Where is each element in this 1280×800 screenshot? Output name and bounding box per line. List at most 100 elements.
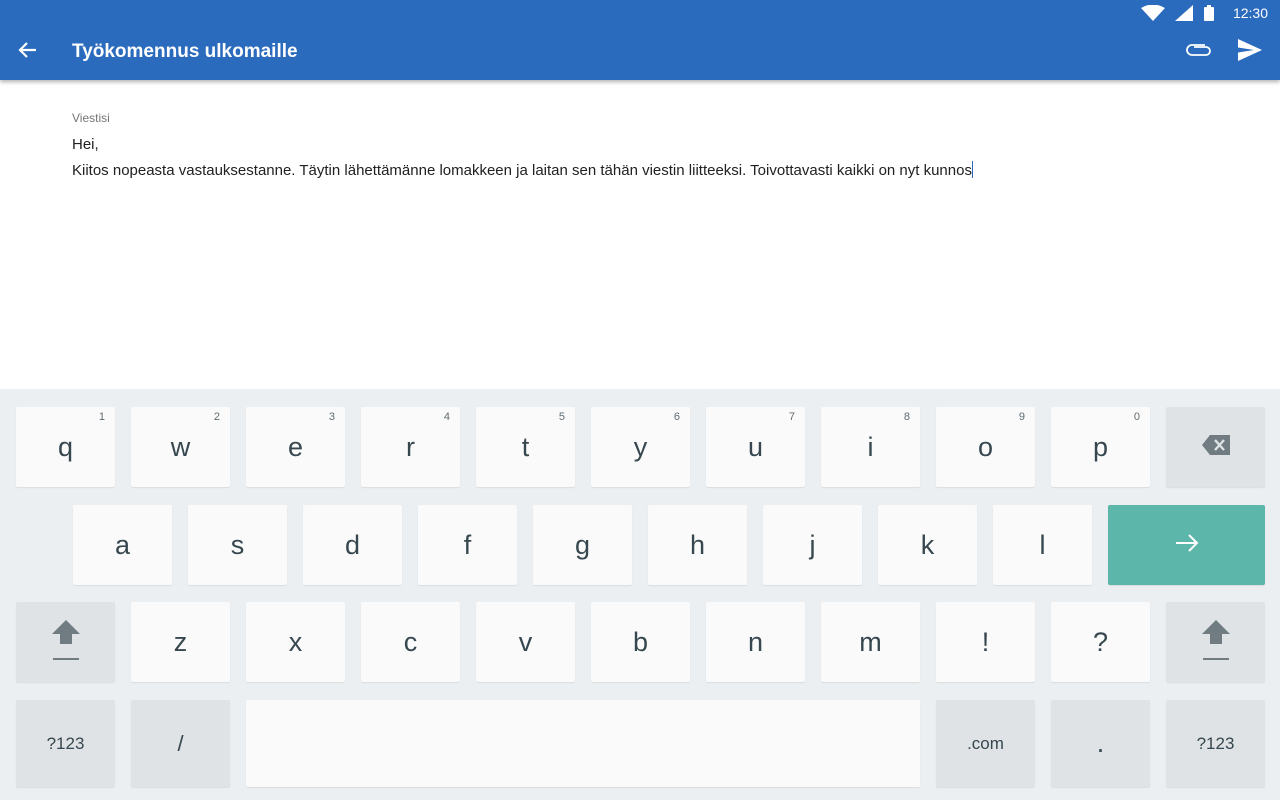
key-label: l	[1039, 529, 1046, 560]
key-t[interactable]: 5t	[476, 407, 575, 487]
key-b[interactable]: b	[591, 602, 690, 682]
key-label: w	[170, 431, 191, 462]
app-bar: 12:30 Työkomennus ulkomaille	[0, 0, 1280, 80]
key-hint: 2	[213, 411, 220, 423]
attach-button[interactable]	[1184, 38, 1214, 66]
key-exclamation[interactable]: !	[936, 602, 1035, 682]
key-label: i	[867, 431, 874, 462]
send-button[interactable]	[1235, 38, 1265, 66]
key-hint: 7	[788, 411, 795, 423]
key-l[interactable]: l	[993, 505, 1092, 585]
key-m[interactable]: m	[821, 602, 920, 682]
key-label: e	[287, 431, 304, 462]
key-label: j	[809, 529, 816, 560]
key-j[interactable]: j	[763, 505, 862, 585]
backspace-icon	[1201, 434, 1230, 460]
paperclip-icon	[1186, 43, 1212, 62]
key-label: d	[344, 529, 361, 560]
key-label: h	[689, 529, 706, 560]
shift-icon	[51, 618, 81, 667]
shift-key-left[interactable]	[16, 602, 115, 682]
shift-icon	[1201, 618, 1231, 667]
key-o[interactable]: 9o	[936, 407, 1035, 487]
wifi-icon	[1140, 5, 1165, 21]
key-x[interactable]: x	[246, 602, 345, 682]
arrow-back-icon	[18, 40, 38, 65]
key-label: o	[977, 431, 994, 462]
key-hint: 0	[1133, 411, 1140, 423]
key-label: a	[114, 529, 131, 560]
cell-signal-icon	[1174, 5, 1193, 21]
key-label: z	[173, 626, 188, 657]
key-g[interactable]: g	[533, 505, 632, 585]
page-title: Työkomennus ulkomaille	[72, 41, 298, 62]
key-label: s	[230, 529, 245, 560]
key-e[interactable]: 3e	[246, 407, 345, 487]
soft-keyboard: 1q 2w 3e 4r 5t 6y 7u 8i 9o 0p a s d f g …	[0, 389, 1280, 800]
battery-icon	[1203, 5, 1215, 21]
key-q[interactable]: 1q	[16, 407, 115, 487]
key-k[interactable]: k	[878, 505, 977, 585]
key-label: u	[747, 431, 764, 462]
message-line-2: Kiitos nopeasta vastauksestanne. Täytin …	[72, 162, 972, 179]
key-label: c	[403, 626, 418, 657]
key-y[interactable]: 6y	[591, 407, 690, 487]
shift-key-right[interactable]	[1166, 602, 1265, 682]
key-label: x	[288, 626, 303, 657]
key-label: v	[518, 626, 533, 657]
symbols-key-left[interactable]: ?123	[16, 700, 115, 787]
text-caret	[971, 161, 973, 178]
message-label: Viestisi	[72, 111, 110, 125]
key-label: .	[1096, 728, 1105, 758]
key-label: ?123	[46, 733, 85, 753]
status-time: 12:30	[1232, 5, 1268, 21]
key-u[interactable]: 7u	[706, 407, 805, 487]
enter-key[interactable]	[1108, 505, 1265, 585]
space-bar[interactable]	[246, 700, 920, 787]
key-hint: 4	[443, 411, 450, 423]
key-label: b	[632, 626, 649, 657]
key-h[interactable]: h	[648, 505, 747, 585]
key-hint: 6	[673, 411, 680, 423]
key-v[interactable]: v	[476, 602, 575, 682]
key-label: r	[406, 431, 415, 462]
key-label: m	[859, 626, 882, 657]
key-p[interactable]: 0p	[1051, 407, 1150, 487]
key-hint: 8	[903, 411, 910, 423]
key-hint: 3	[328, 411, 335, 423]
key-label: t	[521, 431, 530, 462]
send-icon	[1238, 38, 1262, 66]
message-line-1: Hei,	[72, 136, 99, 153]
key-label: y	[633, 431, 648, 462]
key-d[interactable]: d	[303, 505, 402, 585]
slash-key[interactable]: /	[131, 700, 230, 787]
key-s[interactable]: s	[188, 505, 287, 585]
symbols-key-right[interactable]: ?123	[1166, 700, 1265, 787]
backspace-key[interactable]	[1166, 407, 1265, 487]
key-z[interactable]: z	[131, 602, 230, 682]
key-hint: 9	[1018, 411, 1025, 423]
key-label: /	[177, 730, 184, 756]
key-w[interactable]: 2w	[131, 407, 230, 487]
key-n[interactable]: n	[706, 602, 805, 682]
key-a[interactable]: a	[73, 505, 172, 585]
key-i[interactable]: 8i	[821, 407, 920, 487]
dotcom-key[interactable]: .com	[936, 700, 1035, 787]
key-question[interactable]: ?	[1051, 602, 1150, 682]
key-label: p	[1092, 431, 1109, 462]
key-label: n	[747, 626, 764, 657]
status-bar: 12:30	[1140, 4, 1268, 22]
back-button[interactable]	[14, 38, 42, 66]
key-label: .com	[967, 733, 1004, 753]
key-label: f	[463, 529, 472, 560]
key-hint: 1	[98, 411, 105, 423]
key-label: g	[574, 529, 591, 560]
period-key[interactable]: .	[1051, 700, 1150, 787]
key-label: !	[981, 626, 990, 657]
key-c[interactable]: c	[361, 602, 460, 682]
key-r[interactable]: 4r	[361, 407, 460, 487]
key-f[interactable]: f	[418, 505, 517, 585]
key-label: ?123	[1196, 733, 1235, 753]
arrow-right-icon	[1175, 533, 1199, 558]
message-field[interactable]: Hei, Kiitos nopeasta vastauksestanne. Tä…	[72, 132, 973, 184]
